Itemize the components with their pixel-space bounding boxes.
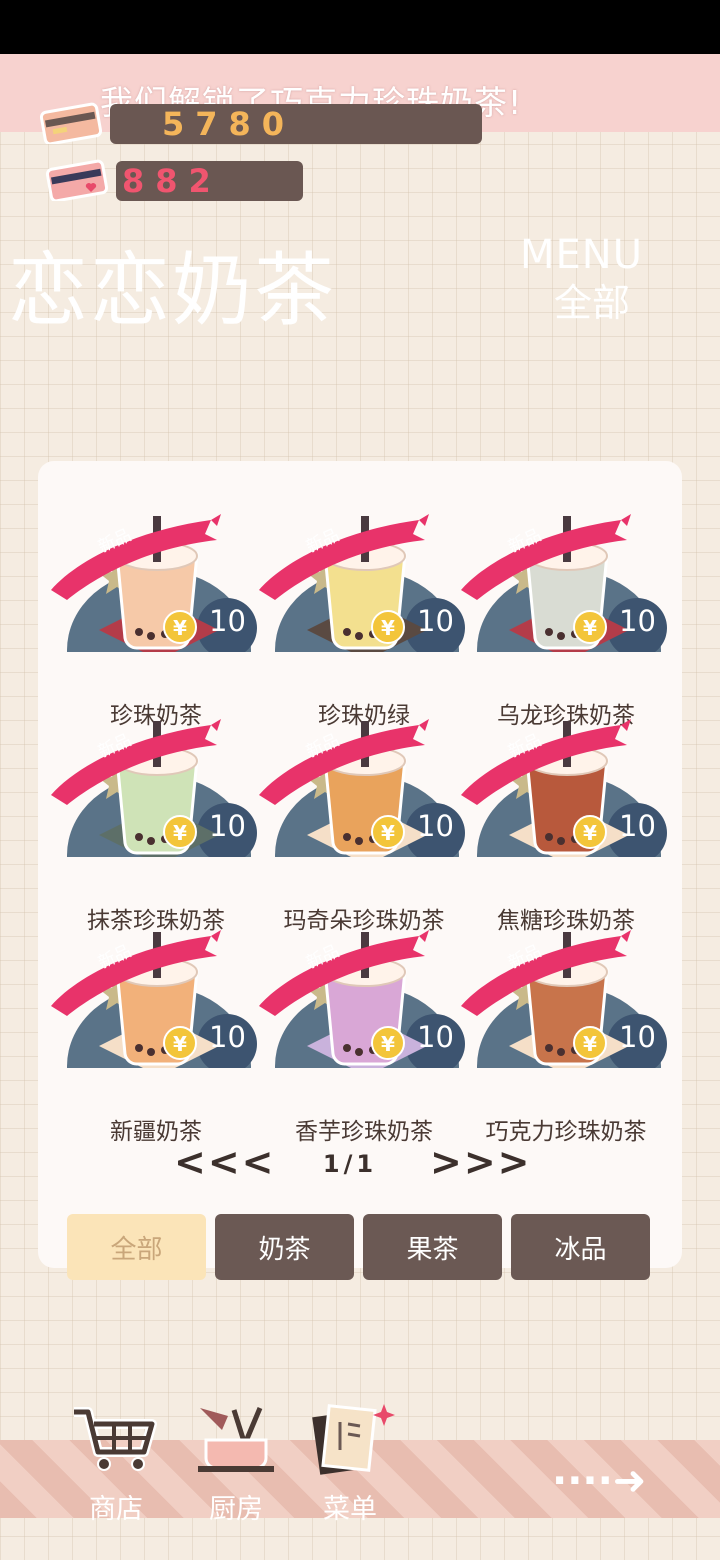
next-page-button[interactable]: >>> xyxy=(430,1140,532,1184)
menu-item[interactable]: 新品 ¥ 10 香芋珍珠奶茶 xyxy=(255,916,473,1145)
status-bar xyxy=(0,0,720,54)
svg-text:¥: ¥ xyxy=(173,1032,187,1056)
nav-menu-label: 菜单 xyxy=(323,1494,377,1525)
menu-item[interactable]: 新品 ¥ 10 珍珠奶茶 xyxy=(47,500,265,729)
svg-text:¥: ¥ xyxy=(381,1032,395,1056)
svg-text:¥: ¥ xyxy=(381,821,395,845)
drink-illustration: 新品 ¥ xyxy=(461,719,667,857)
item-price: 10 xyxy=(619,1020,656,1054)
kitchen-icon xyxy=(198,1407,274,1472)
tab-milk-tea[interactable]: 奶茶 xyxy=(215,1214,354,1280)
item-price: 10 xyxy=(417,604,454,638)
cart-icon xyxy=(74,1407,157,1471)
menu-item[interactable]: 新品 ¥ 10 新疆奶茶 xyxy=(47,916,265,1145)
svg-text:¥: ¥ xyxy=(173,821,187,845)
svg-text:¥: ¥ xyxy=(583,1032,597,1056)
menu-category-label: 全部 xyxy=(554,281,631,325)
item-price: 10 xyxy=(209,1020,246,1054)
menu-item[interactable]: 新品 ¥ 10 玛奇朵珍珠奶茶 xyxy=(255,705,473,934)
heart-value: 882 xyxy=(122,162,222,200)
shop-title: 恋恋奶茶 xyxy=(8,244,336,337)
drink-illustration: 新品 ¥ xyxy=(51,930,257,1068)
menu-item[interactable]: 新品 ¥ 10 珍珠奶绿 xyxy=(255,500,473,729)
item-price: 10 xyxy=(619,604,656,638)
coin-card-icon xyxy=(40,102,102,144)
tab-ice[interactable]: 冰品 xyxy=(511,1214,650,1280)
menu-item[interactable]: 新品 ¥ 10 巧克力珍珠奶茶 xyxy=(457,916,675,1145)
arrow-right-icon[interactable]: ····➜ xyxy=(552,1458,646,1504)
nav-kitchen-label: 厨房 xyxy=(209,1494,263,1525)
svg-text:¥: ¥ xyxy=(173,616,187,640)
drink-illustration: 新品 ¥ xyxy=(461,930,667,1068)
item-price: 10 xyxy=(417,809,454,843)
menu-item[interactable]: 新品 ¥ 10 乌龙珍珠奶茶 xyxy=(457,500,675,729)
nav-shop-label: 商店 xyxy=(89,1494,143,1525)
coin-value: 5780 xyxy=(162,105,296,143)
item-price: 10 xyxy=(417,1020,454,1054)
svg-text:¥: ¥ xyxy=(381,616,395,640)
heart-card-icon xyxy=(46,159,108,201)
item-price: 10 xyxy=(619,809,656,843)
drink-illustration: 新品 ¥ xyxy=(51,719,257,857)
drink-illustration: 新品 ¥ xyxy=(259,514,465,652)
drink-illustration: 新品 ¥ xyxy=(51,514,257,652)
drink-illustration: 新品 ¥ xyxy=(259,719,465,857)
drink-illustration: 新品 ¥ xyxy=(461,514,667,652)
drink-illustration: 新品 ¥ xyxy=(259,930,465,1068)
tab-all[interactable]: 全部 xyxy=(67,1214,206,1280)
menu-book-icon xyxy=(312,1404,395,1475)
tab-fruit-tea[interactable]: 果茶 xyxy=(363,1214,502,1280)
svg-text:¥: ¥ xyxy=(583,821,597,845)
item-price: 10 xyxy=(209,809,246,843)
menu-item[interactable]: 新品 ¥ 10 焦糖珍珠奶茶 xyxy=(457,705,675,934)
page-indicator: 1/1 xyxy=(322,1150,378,1178)
prev-page-button[interactable]: <<< xyxy=(174,1140,276,1184)
svg-text:¥: ¥ xyxy=(583,616,597,640)
menu-item[interactable]: 新品 ¥ 10 抹茶珍珠奶茶 xyxy=(47,705,265,934)
item-price: 10 xyxy=(209,604,246,638)
